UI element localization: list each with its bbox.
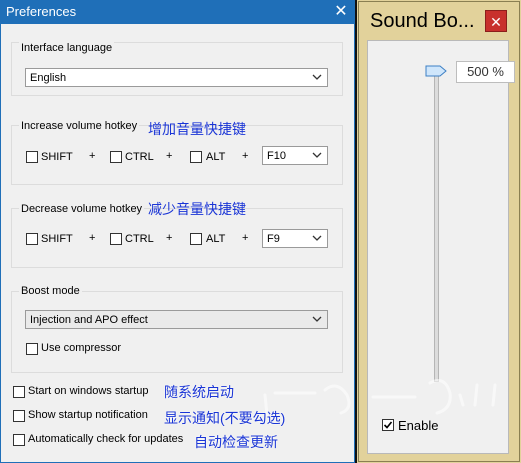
boost-mode-group	[11, 291, 343, 373]
decrease-key-select[interactable]: F9	[262, 229, 328, 248]
increase-key-select[interactable]: F10	[262, 146, 328, 165]
increase-hotkey-label: Increase volume hotkey	[19, 120, 140, 132]
decrease-ctrl-label: CTRL	[125, 233, 154, 245]
window-title: Preferences	[6, 4, 77, 19]
decrease-ctrl-checkbox[interactable]	[110, 233, 122, 245]
increase-ctrl-label: CTRL	[125, 151, 154, 163]
boost-mode-select[interactable]: Injection and APO effect	[25, 310, 328, 329]
volume-slider-track[interactable]	[434, 70, 439, 382]
increase-key-value: F10	[267, 150, 286, 162]
show-notification-checkbox[interactable]	[13, 410, 25, 422]
close-button[interactable]: ✕	[332, 3, 350, 21]
decrease-alt-label: ALT	[206, 233, 226, 245]
watermark-overlay	[263, 379, 497, 417]
interface-language-label: Interface language	[19, 42, 115, 54]
use-compressor-checkbox[interactable]	[26, 343, 38, 355]
increase-alt-label: ALT	[206, 151, 226, 163]
chevron-down-icon	[312, 152, 322, 158]
increase-shift-label: SHIFT	[41, 151, 73, 163]
auto-update-checkbox[interactable]	[13, 434, 25, 446]
plus-sign: +	[89, 150, 96, 162]
chevron-down-icon	[312, 235, 322, 241]
boost-mode-value: Injection and APO effect	[30, 314, 148, 326]
plus-sign: +	[166, 150, 173, 162]
close-button[interactable]: ✕	[485, 10, 507, 32]
auto-update-label: Automatically check for updates	[28, 433, 184, 445]
decrease-key-value: F9	[267, 233, 280, 245]
plus-sign: +	[89, 232, 96, 244]
volume-readout: 500 %	[456, 61, 515, 83]
decrease-shift-checkbox[interactable]	[26, 233, 38, 245]
start-on-startup-annotation: 随系统启动	[164, 384, 234, 400]
start-on-startup-checkbox[interactable]	[13, 386, 25, 398]
chevron-down-icon	[312, 316, 322, 322]
chevron-down-icon	[312, 74, 322, 80]
use-compressor-label: Use compressor	[41, 342, 122, 354]
start-on-startup-label: Start on windows startup	[28, 385, 149, 397]
plus-sign: +	[242, 150, 249, 162]
increase-ctrl-checkbox[interactable]	[110, 151, 122, 163]
window-title: Sound Bo...	[370, 10, 475, 32]
increase-shift-checkbox[interactable]	[26, 151, 38, 163]
boost-mode-label: Boost mode	[19, 285, 82, 297]
increase-hotkey-annotation: 增加音量快捷键	[148, 121, 246, 137]
decrease-hotkey-annotation: 减少音量快捷键	[148, 201, 246, 217]
decrease-alt-checkbox[interactable]	[190, 233, 202, 245]
volume-slider-thumb[interactable]	[425, 65, 447, 77]
plus-sign: +	[166, 232, 173, 244]
increase-alt-checkbox[interactable]	[190, 151, 202, 163]
interface-language-value: English	[30, 72, 67, 84]
decrease-hotkey-label: Decrease volume hotkey	[19, 203, 145, 215]
show-notification-label: Show startup notification	[28, 409, 148, 421]
decrease-shift-label: SHIFT	[41, 233, 73, 245]
interface-language-select[interactable]: English	[25, 68, 328, 87]
auto-update-annotation: 自动检查更新	[194, 434, 278, 450]
plus-sign: +	[242, 232, 249, 244]
